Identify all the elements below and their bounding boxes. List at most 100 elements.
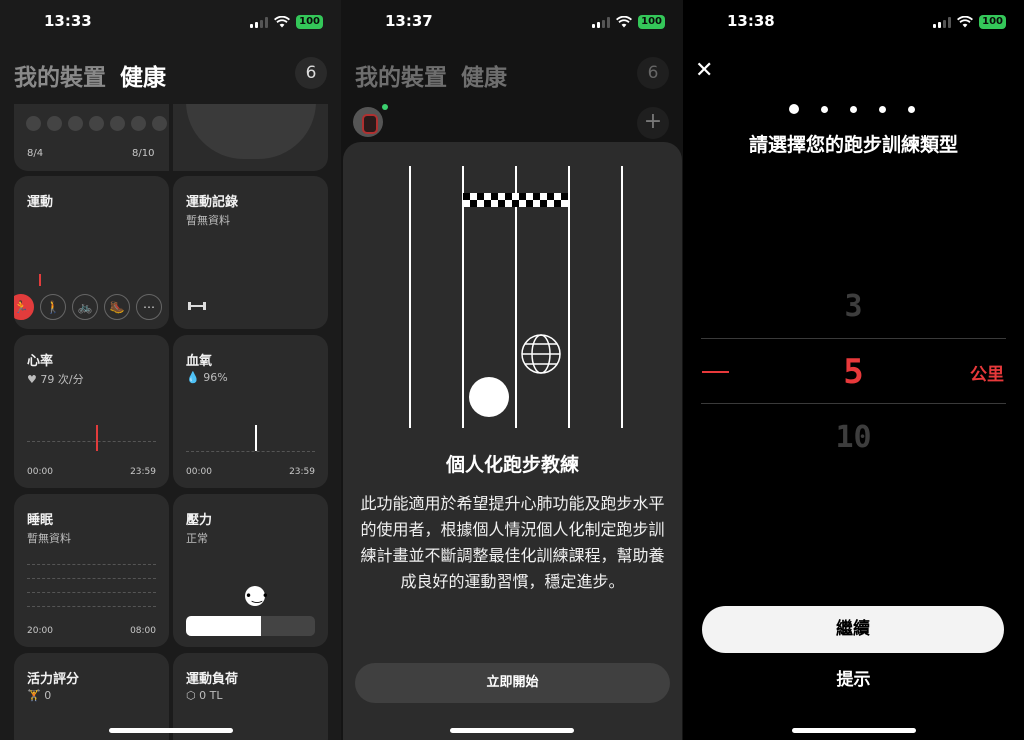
blood-oxygen-card[interactable]: 血氧 💧 96% 00:00 23:59 <box>173 335 328 488</box>
card-title: 壓力 <box>186 513 213 528</box>
cellular-signal-icon <box>592 16 611 28</box>
intro-sheet: 個人化跑步教練 此功能適用於希望提升心肺功能及跑步水平的使用者，根據個人情況個人… <box>343 142 682 740</box>
hexagon-icon: ⬡ <box>186 689 196 702</box>
picker-option[interactable]: 3 <box>683 289 1024 324</box>
sheet-title: 個人化跑步教練 <box>445 454 579 476</box>
heart-icon: ♥ <box>27 373 37 386</box>
weekly-summary-card[interactable]: 8/4 8/10 <box>14 104 328 171</box>
notification-badge[interactable]: 6 <box>295 57 327 89</box>
figure-icon: 🏋 <box>27 689 41 702</box>
wifi-icon <box>616 16 633 28</box>
drop-icon: 💧 <box>186 371 200 384</box>
walking-icon[interactable]: 🚶 <box>40 294 66 320</box>
card-subtitle: 正常 <box>186 532 208 545</box>
running-coach-intro-screen: 13:37 100 我的裝置 健康 6 + 個人化跑步教練 此功能適用於希望提升… <box>341 0 683 740</box>
heart-rate-marker <box>96 425 98 451</box>
finish-line <box>463 193 569 207</box>
notification-badge[interactable]: 6 <box>637 57 669 89</box>
axis-start: 20:00 <box>27 626 53 636</box>
card-title: 運動記錄 <box>186 195 239 210</box>
dumbbell-icon <box>188 302 206 310</box>
status-time: 13:33 <box>44 12 92 30</box>
more-activity-icon[interactable]: ⋯ <box>136 294 162 320</box>
cellular-signal-icon <box>933 16 952 28</box>
training-load-value: 0 TL <box>199 689 223 702</box>
sheet-description: 此功能適用於希望提升心肺功能及跑步水平的使用者，根據個人情況個人化制定跑步訓練計… <box>360 494 665 591</box>
add-button[interactable]: + <box>637 107 669 139</box>
picker-divider <box>701 338 1006 339</box>
date-end: 8/10 <box>132 148 155 159</box>
tip-link[interactable]: 提示 <box>683 665 1024 690</box>
card-title: 活力評分 <box>27 672 80 687</box>
axis-start: 00:00 <box>186 467 212 477</box>
battery-indicator: 100 <box>638 15 665 29</box>
page-dot <box>879 105 886 113</box>
picker-option[interactable]: 10 <box>683 420 1024 455</box>
neutral-face-icon: •‿• <box>245 586 269 606</box>
heart-rate-card[interactable]: 心率 ♥ 79 次/分 00:00 23:59 <box>14 335 169 488</box>
stress-bar <box>186 616 315 636</box>
page-dot <box>908 105 915 113</box>
connected-dot <box>382 104 388 110</box>
wifi-icon <box>957 16 974 28</box>
page-dot <box>850 105 857 113</box>
picker-divider <box>701 403 1006 404</box>
vitality-value: 0 <box>44 689 52 702</box>
cellular-signal-icon <box>250 16 269 28</box>
axis-end: 23:59 <box>130 467 156 477</box>
spo2-marker <box>255 425 257 451</box>
tab-health[interactable]: 健康 <box>120 65 166 91</box>
home-indicator[interactable] <box>108 728 233 733</box>
start-now-button[interactable]: 立即開始 <box>355 663 670 703</box>
watch-avatar[interactable] <box>353 107 383 137</box>
close-icon[interactable]: ✕ <box>695 58 713 83</box>
battery-indicator: 100 <box>979 15 1006 29</box>
training-load-card[interactable]: 運動負荷 ⬡ 0 TL <box>173 653 328 740</box>
axis-end: 08:00 <box>130 626 156 636</box>
card-title: 運動 <box>27 195 54 210</box>
top-tabs: 我的裝置 健康 <box>14 58 166 92</box>
runner-ball <box>469 377 509 417</box>
card-subtitle: 暫無資料 <box>27 532 71 545</box>
card-subtitle: 暫無資料 <box>186 214 230 227</box>
training-type-picker-screen: 13:38 100 ✕ 請選擇您的跑步訓練類型 3 5 公里 10 繼續 提示 <box>683 0 1024 740</box>
exercise-card[interactable]: 運動 🏃 🚶 🚲 🥾 ⋯ <box>14 176 169 329</box>
axis-end: 23:59 <box>289 467 315 477</box>
axis-start: 00:00 <box>27 467 53 477</box>
status-time: 13:38 <box>727 12 775 30</box>
ring-chart <box>186 104 316 159</box>
status-bar: 13:38 100 <box>683 0 1024 44</box>
card-title: 運動負荷 <box>186 672 239 687</box>
striped-ball <box>521 334 561 374</box>
running-icon[interactable]: 🏃 <box>14 294 34 320</box>
home-indicator[interactable] <box>791 728 916 733</box>
status-time: 13:37 <box>385 12 433 30</box>
exercise-record-card[interactable]: 運動記錄 暫無資料 <box>173 176 328 329</box>
date-start: 8/4 <box>27 148 44 159</box>
continue-button[interactable]: 繼續 <box>702 606 1004 653</box>
sleep-card[interactable]: 睡眠 暫無資料 20:00 08:00 <box>14 494 169 647</box>
spo2-value: 96% <box>203 371 228 384</box>
heart-rate-value: 79 次/分 <box>40 373 84 386</box>
week-dots <box>26 116 167 131</box>
card-title: 血氧 <box>186 354 213 369</box>
status-bar: 13:37 100 <box>341 0 683 44</box>
page-title: 請選擇您的跑步訓練類型 <box>748 134 958 156</box>
page-indicator <box>789 104 915 114</box>
unit-label: 公里 <box>970 365 1004 385</box>
status-bar: 13:33 100 <box>0 0 341 44</box>
hiking-icon[interactable]: 🥾 <box>104 294 130 320</box>
running-track-illustration <box>409 166 623 428</box>
tab-health[interactable]: 健康 <box>461 65 507 91</box>
page-dot <box>821 105 828 113</box>
stress-card[interactable]: 壓力 正常 •‿• <box>173 494 328 647</box>
page-dot-current <box>789 104 799 114</box>
tab-my-devices[interactable]: 我的裝置 <box>14 65 106 91</box>
cycling-icon[interactable]: 🚲 <box>72 294 98 320</box>
vitality-score-card[interactable]: 活力評分 🏋 0 <box>14 653 169 740</box>
top-tabs: 我的裝置 健康 <box>355 58 507 92</box>
home-indicator[interactable] <box>450 728 574 733</box>
card-title: 睡眠 <box>27 513 54 528</box>
battery-indicator: 100 <box>296 15 323 29</box>
tab-my-devices[interactable]: 我的裝置 <box>355 65 447 91</box>
